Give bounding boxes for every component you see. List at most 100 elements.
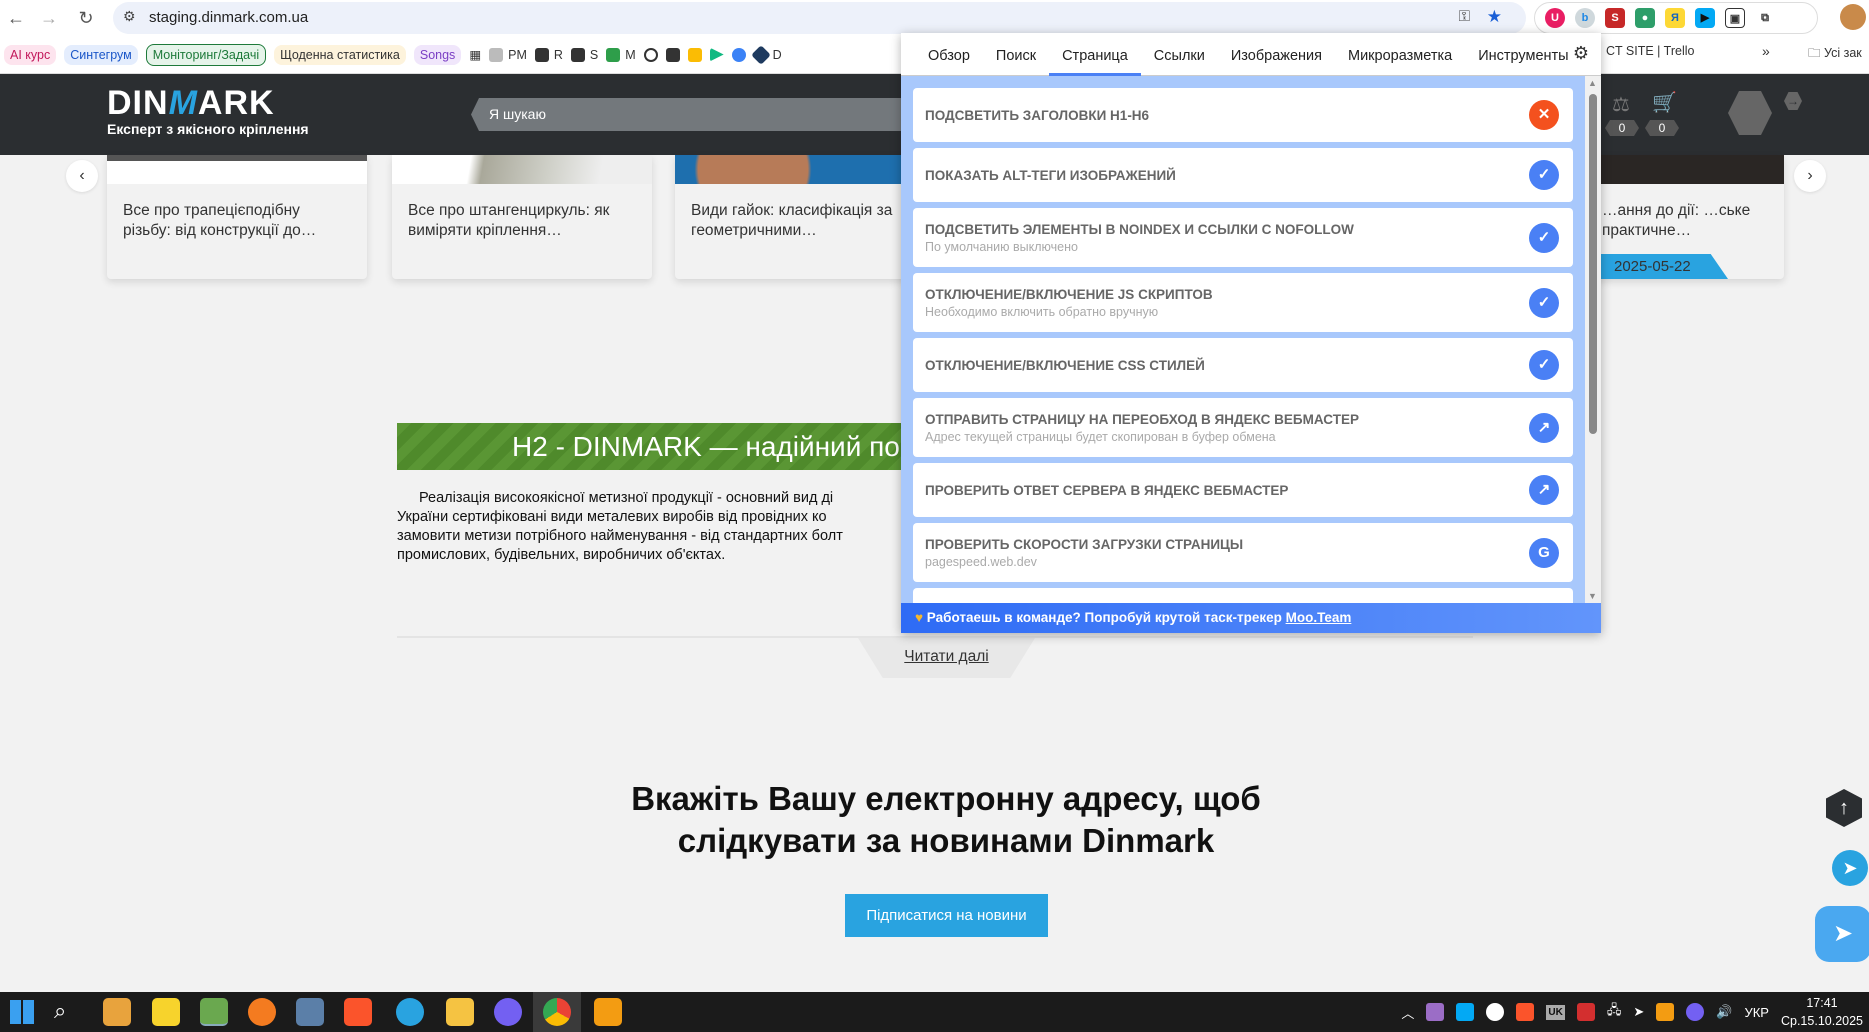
profile-avatar[interactable] [1840,4,1866,30]
apps-grid-icon[interactable]: ▦ [469,47,481,62]
forward-button[interactable]: → [37,6,61,30]
taskbar-app-icon[interactable] [103,998,131,1026]
bookmark-d[interactable]: D [750,44,782,65]
tab-search[interactable]: Поиск [983,33,1049,76]
keyboard-language[interactable]: УКР [1744,1005,1769,1020]
carousel-prev-button[interactable]: ‹ [66,160,98,192]
bookmark-r[interactable]: R [534,47,563,62]
bookmark-daily-stats[interactable]: Щоденна статистика [274,44,406,65]
show-hidden-icons-chevron[interactable]: ︿ [1401,1003,1414,1022]
bookmark-m[interactable]: M [606,47,636,62]
network-icon[interactable]: 🖧 [1607,1001,1622,1023]
taskbar-explorer-icon[interactable] [446,998,474,1026]
tool-item-yandex-recrawl[interactable]: Отправить страницу на переобход в Яндекс… [913,398,1573,457]
site-search-input[interactable]: Я шукаю [471,98,911,131]
tray-uk-icon[interactable]: UK [1546,1004,1565,1020]
pointer-extension-icon[interactable]: ▶ [1695,8,1715,28]
image-extension-icon[interactable]: ▣ [1725,8,1745,28]
taskbar-telegram-icon[interactable] [396,998,424,1026]
cart-icon[interactable]: 🛒 [1652,90,1677,115]
taskbar-notes-icon[interactable] [152,998,180,1026]
record-extension-icon[interactable]: ● [1635,8,1655,28]
check-icon[interactable]: ✓ [1529,287,1559,318]
tool-item-next[interactable] [913,588,1573,603]
external-link-icon[interactable]: ↗ [1529,412,1559,443]
bookmark-songs[interactable]: Songs [413,44,462,65]
bookmark-play-icon[interactable] [709,47,724,62]
clock[interactable]: 17:41 Ср.15.10.2025 [1781,994,1863,1030]
tray-telegram-icon[interactable]: ➤ [1633,1004,1644,1020]
external-link-icon[interactable]: ↗ [1529,475,1559,505]
carousel-next-button[interactable]: › [1794,160,1826,192]
tab-links[interactable]: Ссылки [1141,33,1218,76]
tool-item-pagespeed[interactable]: Проверить скорости загрузки страницы page… [913,523,1573,582]
seo-extension-icon[interactable]: b [1575,8,1595,28]
extensions-puzzle-icon[interactable]: ⧉ [1755,8,1775,28]
tool-item-toggle-js[interactable]: Отключение/включение JS скриптов Необходи… [913,273,1573,332]
site-settings-icon[interactable]: ⚙ [123,8,136,25]
taskbar-brave-icon[interactable] [344,998,372,1026]
gear-icon[interactable]: ⚙ [1573,43,1589,64]
tool-item-highlight-headings[interactable]: Подсветить заголовки H1-H6 ✕ [913,88,1573,142]
google-icon[interactable]: G [1529,537,1559,568]
all-bookmarks-folder[interactable]: 🗀 Усі зак [1808,44,1862,65]
dinmark-logo[interactable]: DINMARK Експерт з якісного кріплення [107,84,309,137]
bookmark-trello[interactable]: CT SITE | Trello [1606,44,1694,58]
url-text[interactable]: staging.dinmark.com.ua [149,9,308,26]
seo-s-extension-icon[interactable]: S [1605,8,1625,28]
taskbar-app-icon[interactable] [594,998,622,1026]
tray-viber-icon[interactable] [1686,1003,1705,1021]
reload-button[interactable]: ↻ [74,6,98,30]
compare-scales-icon[interactable]: ⚖ [1612,92,1630,117]
tab-tools[interactable]: Инструменты [1465,33,1581,76]
scrollbar-thumb[interactable] [1589,94,1597,434]
ublock-extension-icon[interactable]: U [1545,8,1565,28]
translate-extension-icon[interactable]: Я [1665,8,1685,28]
tab-page[interactable]: Страница [1049,33,1141,76]
windows-start-icon[interactable] [10,1000,34,1024]
address-bar[interactable]: ⚙ staging.dinmark.com.ua ⚿ ★ [113,2,1526,34]
bookmark-star-icon[interactable]: ★ [1487,7,1502,27]
tool-item-alt-tags[interactable]: Показать ALT-теги изображений ✓ [913,148,1573,202]
read-more-link[interactable]: Читати далі [904,648,988,665]
tool-item-noindex[interactable]: Подсветить элементы в noindex и ссылки с… [913,208,1573,267]
telegram-chat-button[interactable]: ➤ [1815,906,1869,962]
bookmark-sintegrum[interactable]: Синтегрум [64,44,138,65]
check-icon[interactable]: ✓ [1529,160,1559,190]
taskbar-app-icon[interactable] [296,998,324,1026]
tray-app-icon[interactable] [1576,1003,1595,1021]
article-card[interactable]: Все про трапецієподібну різьбу: від конс… [107,155,367,279]
bookmark-pm[interactable]: PM [489,47,527,62]
back-button[interactable]: ← [4,6,28,30]
bookmark-s[interactable]: S [570,47,598,62]
telegram-icon[interactable]: ➤ [1832,850,1868,886]
tool-item-toggle-css[interactable]: Отключение/включение CSS стилей ✓ [913,338,1573,392]
scroll-up-arrow-icon[interactable]: ▲ [1588,78,1597,88]
tab-images[interactable]: Изображения [1218,33,1335,76]
bookmark-chatgpt-icon[interactable] [643,47,658,62]
tool-item-yandex-server-response[interactable]: Проверить ответ сервера в Яндекс Вебмаст… [913,463,1573,517]
bookmark-calendar-icon[interactable] [687,47,702,62]
moo-team-link[interactable]: Moo.Team [1286,610,1352,625]
tray-app-icon[interactable] [1656,1003,1675,1021]
tray-vpn-icon[interactable] [1486,1003,1505,1021]
close-icon[interactable]: ✕ [1529,100,1559,130]
tab-microdata[interactable]: Микроразметка [1335,33,1465,76]
password-key-icon[interactable]: ⚿ [1459,8,1470,25]
volume-icon[interactable]: 🔊 [1716,1004,1732,1020]
check-icon[interactable]: ✓ [1529,350,1559,380]
bookmark-ai-course[interactable]: AI курс [4,44,57,65]
tray-feather-icon[interactable] [1426,1003,1445,1021]
tab-overview[interactable]: Обзор [915,33,983,76]
scroll-down-arrow-icon[interactable]: ▼ [1588,591,1597,601]
tray-brave-icon[interactable] [1516,1003,1535,1021]
bookmark-monitoring[interactable]: Моніторинг/Задачі [145,43,267,66]
taskbar-app-icon[interactable] [200,998,228,1026]
subscribe-button[interactable]: Підписатися на новини [845,894,1048,937]
bookmark-heart-icon[interactable] [731,47,746,62]
bookmark-bot-icon[interactable] [665,47,680,62]
article-card[interactable]: Види гайок: класифікація за геометричним… [675,155,935,279]
check-icon[interactable]: ✓ [1529,222,1559,253]
taskbar-app-icon[interactable] [248,998,276,1026]
taskbar-chrome-active[interactable] [533,992,581,1032]
